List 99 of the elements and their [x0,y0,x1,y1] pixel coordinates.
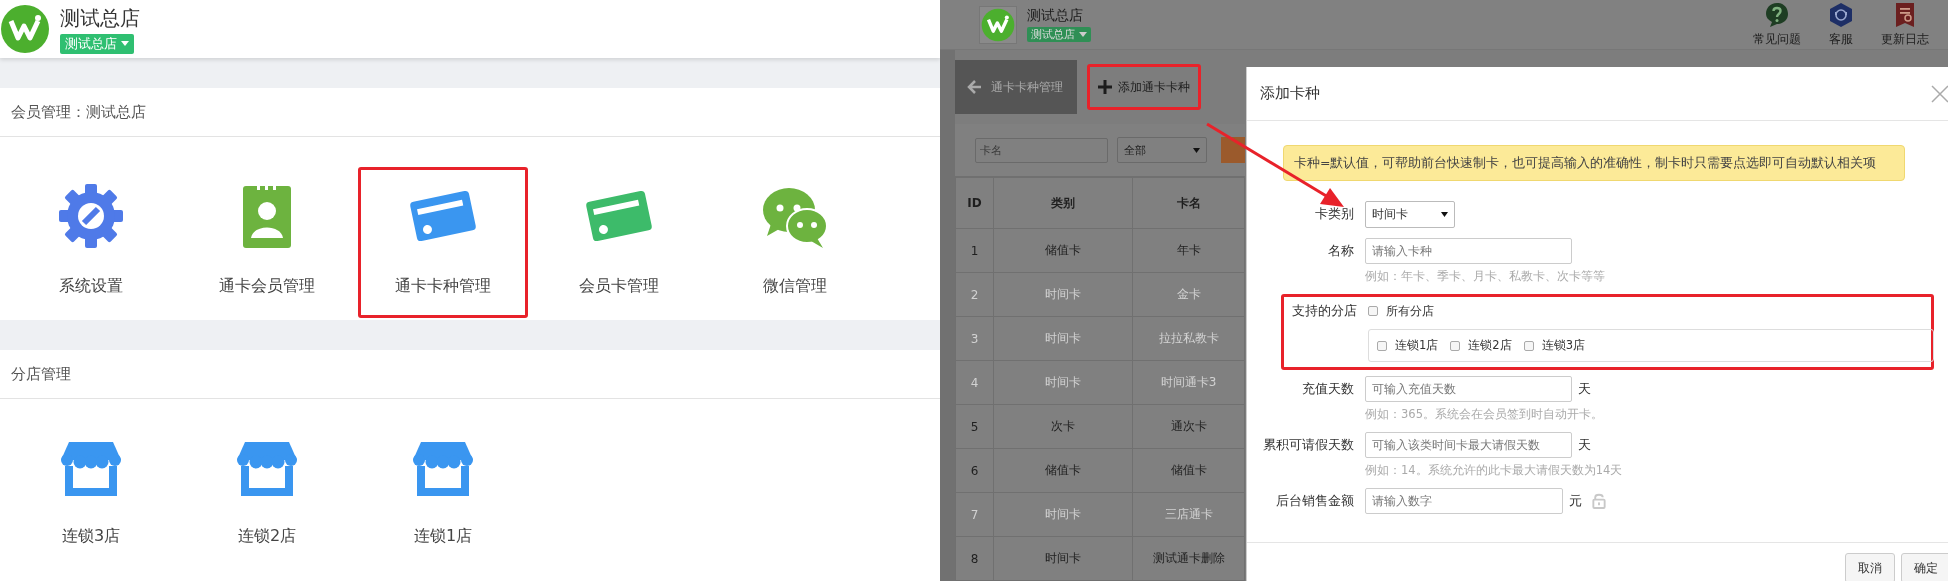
table-cell: 储值卡 [993,228,1133,273]
table-cell: 7 [955,492,994,537]
table-cell: 测试通卡删除 [1132,536,1245,581]
tile-label: 微信管理 [763,276,827,297]
dialog-button[interactable]: 确定 [1901,553,1948,581]
caret-icon [121,41,129,46]
table-row[interactable]: 6 储值卡 储值卡 [955,448,1245,493]
field-label: 卡类别 [1314,205,1354,223]
checkbox-option[interactable]: 所有分店 [1368,301,1934,321]
tile-label: 系统设置 [59,276,123,297]
table-cell: 通次卡 [1132,404,1245,449]
section-title: 会员管理：测试总店 [11,102,146,122]
header-link[interactable]: 常见问题 [1752,1,1802,48]
input-field[interactable]: 请输入卡种 [1365,238,1572,264]
field-hint: 例如：年卡、季卡、月卡、私教卡、次卡等等 [1365,269,1605,284]
search-button[interactable] [1221,137,1245,163]
tile-label: 通卡会员管理 [219,276,315,297]
dialog-button[interactable]: 取消 [1845,553,1895,581]
document-icon [1893,1,1917,28]
table-row[interactable]: 8 时间卡 测试通卡删除 [955,536,1245,581]
unit-label: 天 [1578,436,1591,454]
table-cell: 4 [955,360,994,405]
field-hint: 例如：365。系统会在会员签到时自动开卡。 [1365,407,1603,422]
type-select[interactable]: 全部 [1117,137,1207,163]
notice-message: 卡种=默认值，可帮助前台快速制卡，也可提高输入的准确性，制卡时只需要点选即可自动默认相关项 [1283,145,1905,181]
table-cell: 拉拉私教卡 [1132,316,1245,361]
table-cell: 时间卡 [993,272,1133,317]
checkbox-option[interactable]: 连锁2店 [1450,338,1512,353]
field-label: 名称 [1327,242,1354,260]
dropdown-arrow-icon [1193,147,1200,153]
checkbox-option[interactable]: 连锁1店 [1377,338,1439,353]
menu-tile[interactable]: 系统设置 [6,167,176,318]
table-cell: 1 [955,228,994,273]
table-cell: 金卡 [1132,272,1245,317]
table-row[interactable]: 1 储值卡 年卡 [955,228,1245,273]
column-header: ID [955,177,994,229]
column-header: 卡名 [1132,177,1245,229]
store-title: 测试总店 [60,4,140,32]
table-cell: 时间卡 [993,536,1133,581]
table-cell: 次卡 [993,404,1133,449]
plus-icon [1098,80,1112,94]
store-dropdown[interactable]: 测试总店 [1027,27,1091,42]
header-link[interactable]: 更新日志 [1880,1,1930,48]
input-field[interactable]: 请输入数字 [1365,488,1563,514]
back-button[interactable]: 通卡卡种管理 [955,60,1077,114]
menu-tile[interactable]: 会员卡管理 [534,167,704,318]
menu-tile[interactable]: 通卡会员管理 [182,167,352,318]
menu-tile[interactable]: 连锁2店 [182,419,352,568]
table-cell: 时间卡 [993,316,1133,361]
dialog-title: 添加卡种 [1260,84,1320,103]
input-field[interactable]: 可输入该类时间卡最大请假天数 [1365,432,1572,458]
checkbox[interactable] [1450,340,1461,351]
field-label: 支持的分店 [1291,302,1357,320]
store-title: 测试总店 [1027,7,1083,25]
tile-label: 连锁2店 [237,526,297,547]
card-type-select[interactable]: 时间卡 [1365,201,1455,228]
header-link[interactable]: 客服 [1816,1,1866,48]
table-cell: 时间卡 [993,360,1133,405]
field-label: 后台销售金额 [1275,492,1354,510]
table-cell: 储值卡 [1132,448,1245,493]
table-cell: 时间通卡3 [1132,360,1245,405]
tile-label: 会员卡管理 [579,276,659,297]
dropdown-arrow-icon [1441,212,1448,217]
tile-label: 通卡卡种管理 [395,276,491,297]
menu-tile[interactable]: 微信管理 [710,167,880,318]
table-cell: 6 [955,448,994,493]
section-title: 分店管理 [11,364,71,384]
table-cell: 2 [955,272,994,317]
close-icon[interactable] [1931,84,1948,103]
table-row[interactable]: 5 次卡 通次卡 [955,404,1245,449]
add-button[interactable]: 添加通卡卡种 [1087,64,1201,110]
search-field[interactable]: 卡名 [975,137,1108,163]
table-cell: 3 [955,316,994,361]
input-field[interactable]: 可输入充值天数 [1365,376,1572,402]
field-hint: 例如：14。系统允许的此卡最大请假天数为14天 [1365,463,1623,478]
logo-icon [979,5,1017,44]
field-label: 充值天数 [1301,380,1354,398]
table-cell: 年卡 [1132,228,1245,273]
table-cell: 5 [955,404,994,449]
tile-label: 连锁1店 [413,526,473,547]
table-cell: 8 [955,536,994,581]
table-cell: 储值卡 [993,448,1133,493]
table-cell: 时间卡 [993,492,1133,537]
arrow-left-icon [967,79,983,95]
checkbox-option[interactable]: 连锁3店 [1523,338,1585,353]
menu-tile[interactable]: 连锁3店 [6,419,176,568]
checkbox[interactable] [1523,340,1534,351]
table-cell: 三店通卡 [1132,492,1245,537]
question-bubble-icon [1765,1,1789,28]
menu-tile[interactable]: 连锁1店 [358,419,528,568]
checkbox[interactable] [1368,306,1378,316]
field-label: 累积可请假天数 [1262,436,1354,454]
checkbox[interactable] [1377,340,1387,351]
caret-icon [1079,32,1087,37]
store-dropdown[interactable]: 测试总店 [60,33,134,54]
unit-label: 天 [1578,380,1591,398]
unit-label: 元 [1569,492,1582,510]
column-header: 类别 [993,177,1133,229]
tile-label: 连锁3店 [61,526,121,547]
